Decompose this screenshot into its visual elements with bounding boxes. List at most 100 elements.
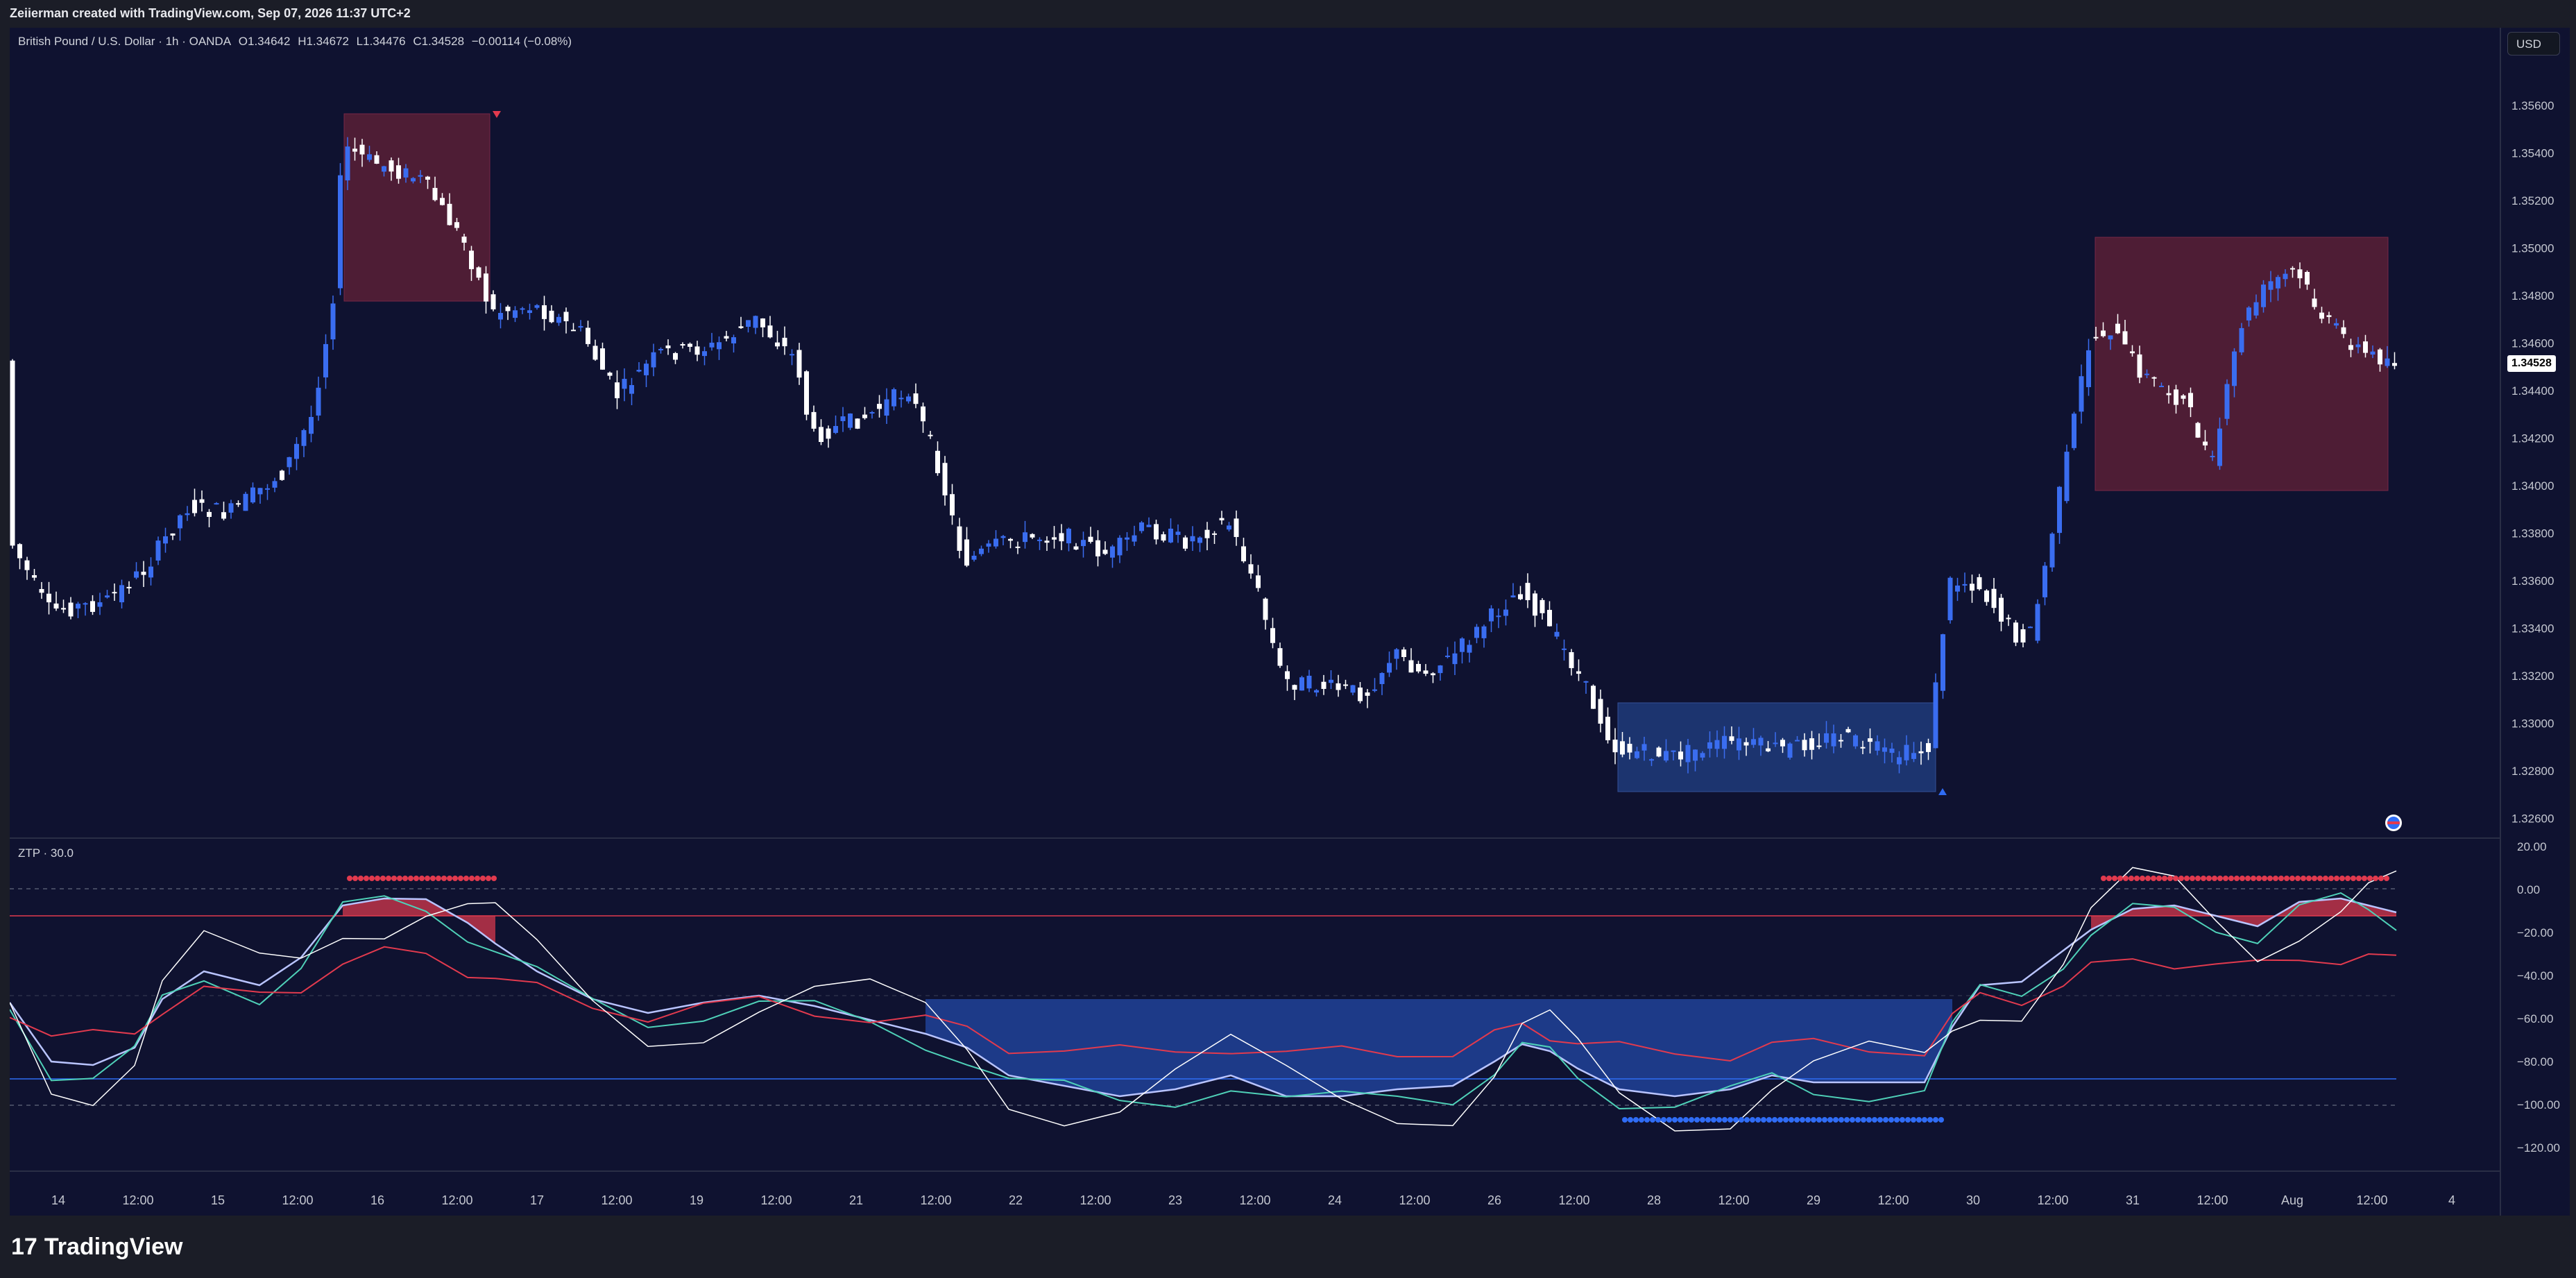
oversold-dot (1816, 1117, 1822, 1123)
candle-body (1241, 546, 1246, 562)
candle-body (2312, 298, 2317, 307)
candle-body (563, 312, 569, 322)
candle-body (1940, 634, 1945, 691)
candle-body (1518, 594, 1523, 599)
overbought-dot (2317, 876, 2323, 881)
chart-canvas[interactable]: 1.35600 1.35400 1.35200 1.35000 1.34800 1.346… (10, 28, 2570, 1216)
symbol-legend[interactable]: British Pound / U.S. Dollar · 1h · OANDA… (18, 35, 576, 49)
overbought-dot (2190, 876, 2195, 881)
price-label: 1.35200 (2511, 194, 2554, 207)
candle-body (1860, 747, 1866, 749)
candle-body (2079, 376, 2084, 412)
candle-body (1780, 740, 1785, 747)
candle-body (1977, 577, 1982, 590)
candle-body (207, 511, 212, 518)
candle-body (921, 406, 926, 422)
candle-body (1168, 528, 1173, 543)
candle-body (2137, 354, 2142, 378)
legend-high: H1.34672 (298, 35, 349, 48)
indicator-axis-label: −120.00 (2517, 1141, 2560, 1155)
indicator-axis[interactable]: 20.00 0.00 −20.00 −40.00 −60.00 −80.00 −100.00… (2517, 840, 2560, 1155)
candle-body (1066, 529, 1071, 544)
time-label: 12:00 (282, 1193, 313, 1207)
candle-body (644, 364, 649, 375)
candle-body (2385, 358, 2390, 366)
overbought-dot (2240, 876, 2245, 881)
candle-body (83, 603, 88, 605)
chart-area[interactable]: 1.35600 1.35400 1.35200 1.35000 1.34800 1.346… (10, 28, 2570, 1216)
candle-body (1132, 535, 1137, 542)
candle-body (1408, 660, 1414, 673)
candle-body (1292, 685, 1297, 690)
oversold-dot (1639, 1117, 1644, 1123)
candle-body (2334, 323, 2339, 326)
flag-icon[interactable] (2385, 815, 2402, 831)
overbought-dot (2201, 876, 2206, 881)
overbought-dot (397, 876, 402, 881)
indicator-axis-label: −80.00 (2517, 1055, 2553, 1068)
candle-body (2151, 377, 2157, 379)
indicator-axis-label: −60.00 (2517, 1012, 2553, 1025)
bearish-zone (343, 113, 491, 302)
price-label: 1.34800 (2511, 289, 2554, 303)
candle-body (2392, 363, 2397, 366)
tradingview-logo[interactable]: 17 TradingView (11, 1234, 182, 1261)
candle-body (2363, 341, 2368, 353)
time-axis[interactable]: 14 12:00 15 12:00 16 12:00 17 12:00 19 12:00 21 12:… (51, 1193, 2455, 1207)
overbought-dot (2367, 876, 2373, 881)
candle-body (53, 603, 59, 609)
candle-body (2093, 336, 2099, 339)
candle-body (2217, 428, 2222, 466)
candle-body (782, 337, 787, 347)
currency-button[interactable]: USD (2507, 32, 2560, 56)
candle-body (1853, 735, 1858, 747)
candle-body (2210, 456, 2215, 458)
oversold-dot (1927, 1117, 1933, 1123)
time-label: 12:00 (920, 1193, 951, 1207)
candle-body (2305, 271, 2310, 285)
time-label: 21 (849, 1193, 863, 1207)
indicator-label[interactable]: ZTP · 30.0 (18, 846, 74, 860)
candle-body (2268, 281, 2274, 290)
oversold-dot (1783, 1117, 1789, 1123)
candle-body (301, 429, 307, 446)
candle-body (2064, 452, 2070, 502)
overbought-fill (2091, 898, 2396, 930)
candle-body (694, 346, 700, 355)
candle-body (826, 428, 831, 439)
footer-bar: 17 TradingView (0, 1216, 2576, 1278)
candle-body (163, 536, 168, 544)
candle-body (665, 345, 671, 348)
candle-body (1889, 748, 1895, 753)
candle-body (855, 418, 860, 429)
overbought-dot (2217, 876, 2223, 881)
candle-body (1649, 759, 1654, 761)
oversold-dot (1711, 1117, 1716, 1123)
time-label: 16 (370, 1193, 384, 1207)
price-axis[interactable]: 1.35600 1.35400 1.35200 1.35000 1.34800 1.346… (2511, 99, 2554, 826)
oversold-dot (1761, 1117, 1766, 1123)
candle-body (1773, 742, 1778, 744)
candle-body (1227, 525, 1231, 530)
candle-body (425, 176, 430, 180)
candle-body (986, 543, 991, 547)
candle-body (790, 354, 794, 356)
overbought-dot (2373, 876, 2378, 881)
candle-body (90, 601, 95, 612)
candle-body (658, 348, 663, 350)
candle-body (1263, 598, 1268, 620)
candle-body (971, 555, 977, 560)
candle-body (534, 305, 540, 308)
candle-body (979, 548, 984, 554)
candle-body (178, 515, 182, 529)
overbought-dot (352, 876, 358, 881)
oversold-dot (1794, 1117, 1800, 1123)
candle-body (338, 175, 343, 289)
candle-body (884, 399, 889, 416)
candle-body (1474, 627, 1479, 638)
candle-body (1081, 540, 1086, 547)
overbought-dot (2151, 876, 2156, 881)
candle-body (1008, 538, 1013, 541)
candle-body (1059, 533, 1064, 542)
candle-body (549, 310, 554, 323)
